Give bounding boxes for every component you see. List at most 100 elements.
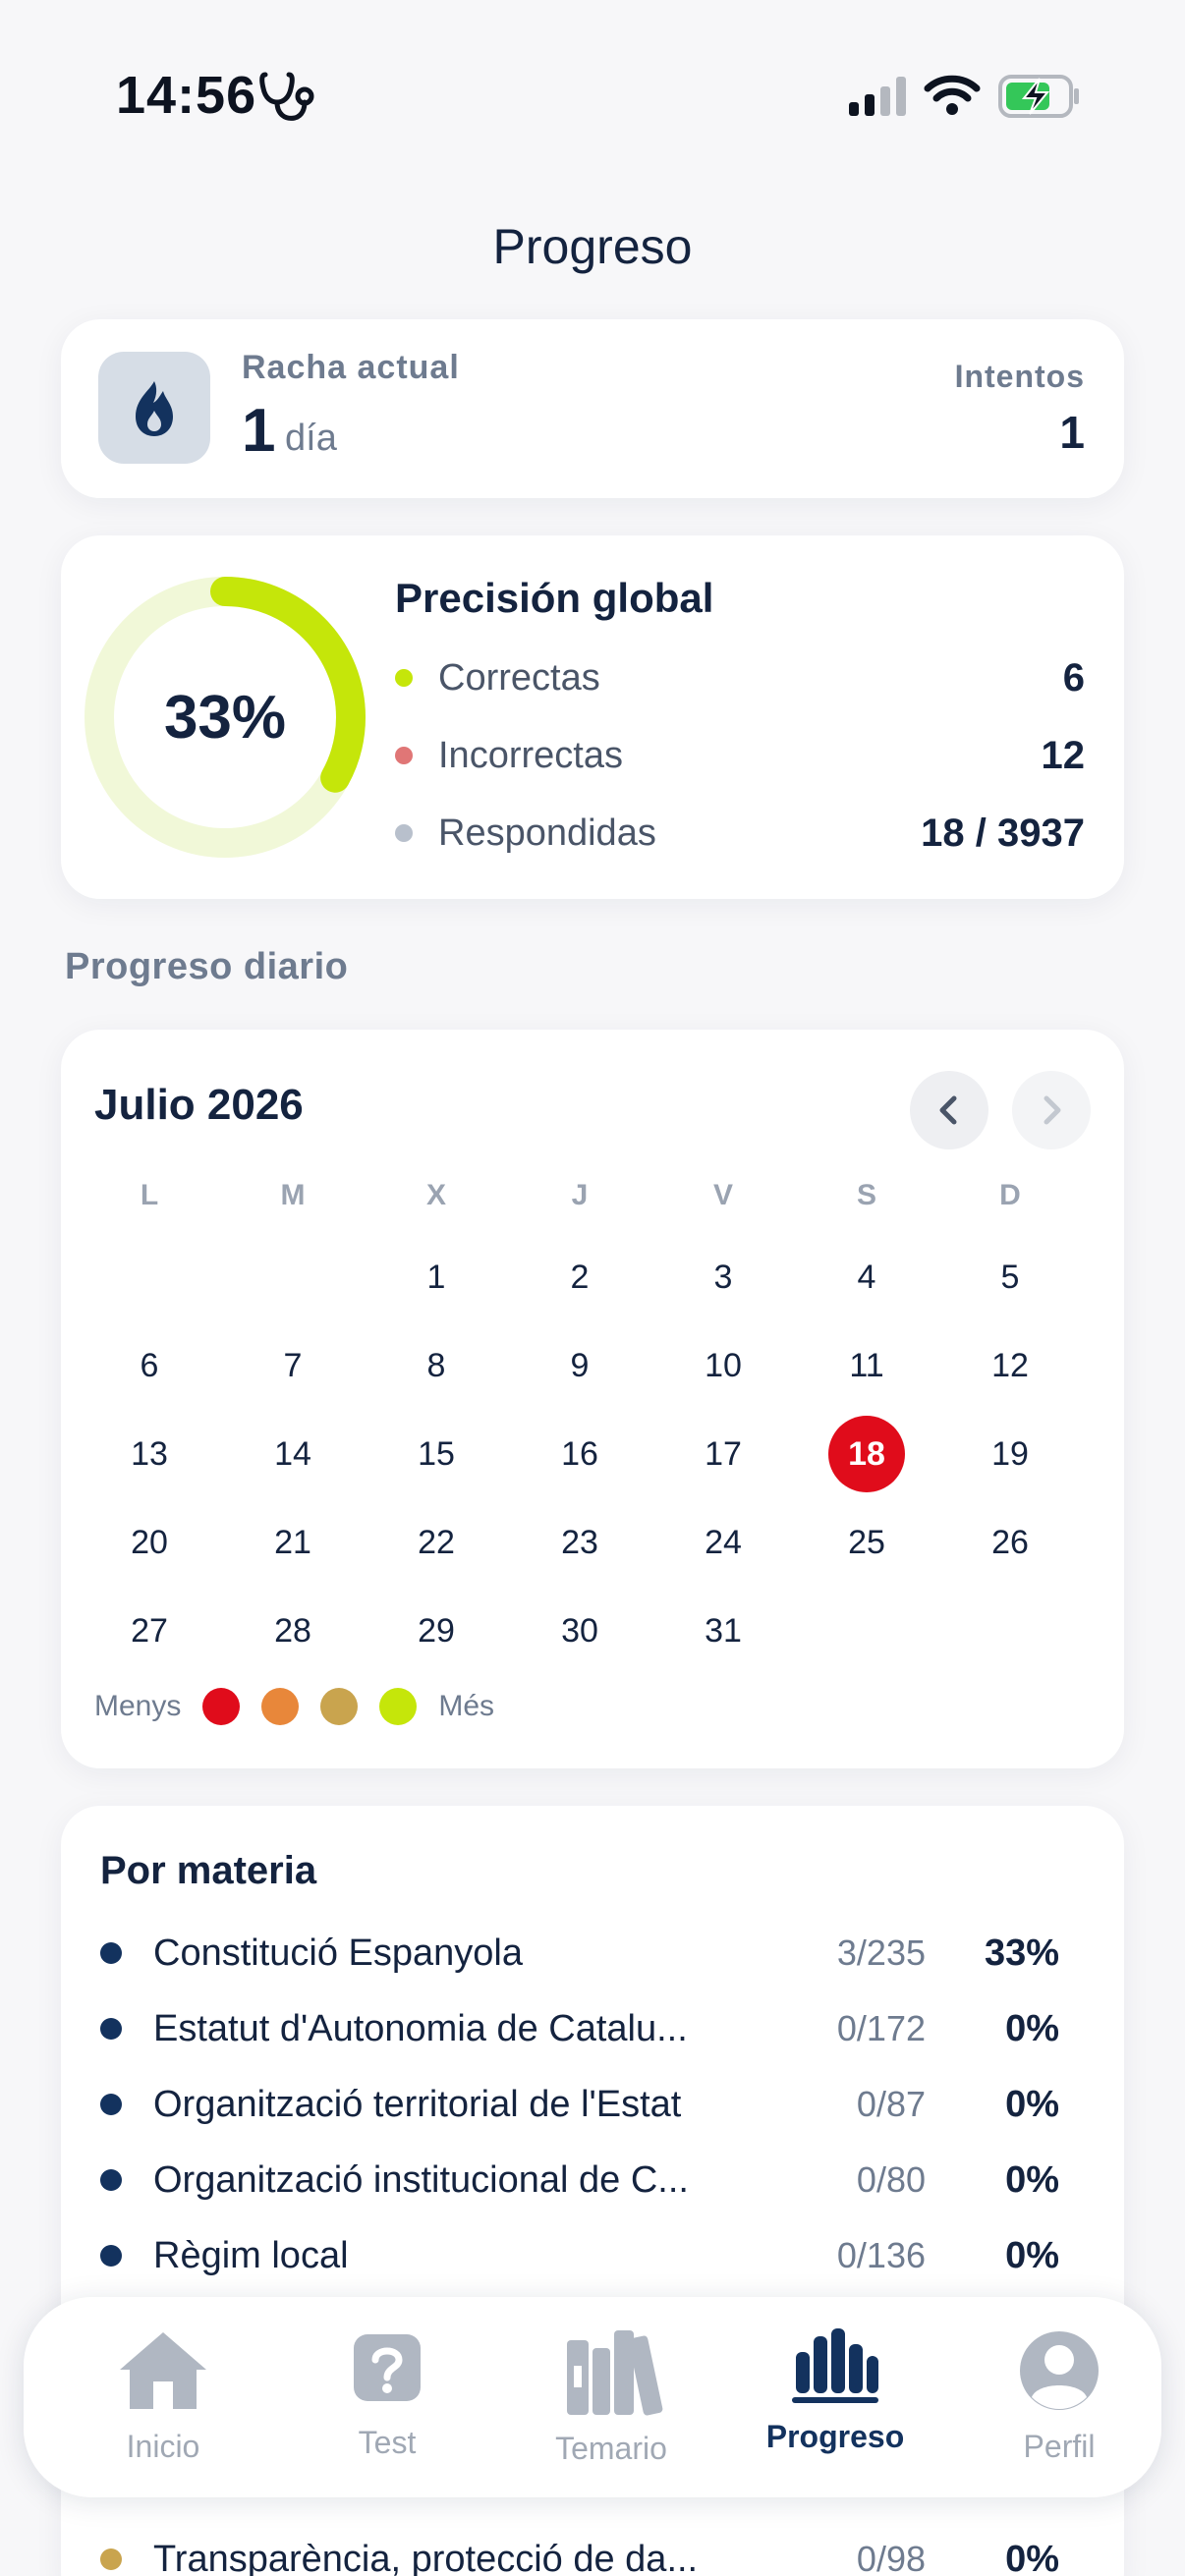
- daily-section-label: Progreso diario: [65, 946, 349, 987]
- tab-test[interactable]: Test: [289, 2326, 485, 2484]
- attempts-label: Intentos: [954, 359, 1085, 394]
- calendar-day[interactable]: 12: [938, 1336, 1082, 1395]
- calendar-day[interactable]: 8: [365, 1336, 508, 1395]
- subject-dot: [100, 2548, 122, 2570]
- incorrect-value: 12: [1041, 733, 1086, 777]
- tab-perfil[interactable]: Perfil: [961, 2326, 1157, 2484]
- calendar-day[interactable]: 1: [365, 1248, 508, 1307]
- calendar-day[interactable]: 9: [508, 1336, 651, 1395]
- calendar-day[interactable]: 16: [508, 1425, 651, 1484]
- subjects-title: Por materia: [100, 1849, 317, 1892]
- legend-more: Més: [438, 1690, 495, 1722]
- subject-dot: [100, 2094, 122, 2115]
- subject-dot: [100, 1942, 122, 1964]
- subject-name: Organització territorial de l'Estat: [153, 2083, 682, 2125]
- calendar-day[interactable]: 5: [938, 1248, 1082, 1307]
- prev-month-button[interactable]: [910, 1071, 988, 1149]
- weekday-5: S: [856, 1179, 876, 1211]
- calendar-day[interactable]: 10: [651, 1336, 795, 1395]
- subject-count: 0/136: [836, 2235, 926, 2275]
- subject-count: 0/87: [856, 2084, 926, 2124]
- calendar-day[interactable]: 22: [365, 1513, 508, 1572]
- calendar-day-today[interactable]: 18: [795, 1425, 938, 1484]
- calendar-day[interactable]: 20: [78, 1513, 221, 1572]
- precision-title: Precisión global: [395, 575, 714, 621]
- correct-dot: [395, 669, 413, 687]
- next-month-button[interactable]: [1012, 1071, 1091, 1149]
- chevron-left-icon: [939, 1095, 957, 1125]
- subject-name: Estatut d'Autonomia de Catalu...: [153, 2007, 688, 2049]
- calendar-day[interactable]: 15: [365, 1425, 508, 1484]
- subject-count: 0/80: [856, 2159, 926, 2200]
- weekday-6: D: [999, 1179, 1021, 1211]
- tab-label-test: Test: [358, 2425, 417, 2460]
- incorrect-dot: [395, 747, 413, 764]
- correct-row: Correctas 6: [395, 653, 1085, 702]
- question-icon: [354, 2334, 421, 2401]
- calendar-day[interactable]: 26: [938, 1513, 1082, 1572]
- subject-dot: [100, 2245, 122, 2267]
- tab-temario[interactable]: Temario: [513, 2326, 709, 2484]
- calendar-day[interactable]: 6: [78, 1336, 221, 1395]
- calendar-day[interactable]: 4: [795, 1248, 938, 1307]
- subject-dot: [100, 2018, 122, 2040]
- subject-row[interactable]: Transparència, protecció de da... 0/98 0%: [100, 2530, 1144, 2576]
- subject-row[interactable]: Constitució Espanyola 3/235 33%: [100, 1924, 1144, 1983]
- correct-label: Correctas: [438, 656, 600, 699]
- home-icon: [120, 2332, 206, 2409]
- streak-card: Racha actual 1 día Intentos 1: [61, 319, 1124, 498]
- subject-row[interactable]: Estatut d'Autonomia de Catalu... 0/172 0%: [100, 1999, 1144, 2058]
- flame-icon: [98, 352, 210, 464]
- subject-name: Transparència, protecció de da...: [153, 2538, 699, 2576]
- calendar-day[interactable]: 27: [78, 1601, 221, 1660]
- books-icon: [567, 2330, 663, 2416]
- calendar-day[interactable]: 17: [651, 1425, 795, 1484]
- incorrect-label: Incorrectas: [438, 734, 623, 776]
- subject-percent: 33%: [984, 1932, 1059, 1974]
- calendar-day[interactable]: 7: [221, 1336, 365, 1395]
- precision-percent: 33%: [163, 683, 287, 752]
- calendar-day[interactable]: 28: [221, 1601, 365, 1660]
- calendar-day[interactable]: 3: [651, 1248, 795, 1307]
- tab-label-temario: Temario: [555, 2431, 667, 2466]
- calendar-day[interactable]: 14: [221, 1425, 365, 1484]
- weekday-4: V: [712, 1179, 733, 1211]
- weekday-1: M: [280, 1179, 306, 1211]
- subject-percent: 0%: [1005, 2234, 1059, 2276]
- legend-dot-4: [379, 1688, 418, 1725]
- subject-count: 0/98: [856, 2539, 926, 2576]
- subject-name: Constitució Espanyola: [153, 1932, 523, 1974]
- subject-row[interactable]: Règim local 0/136 0%: [100, 2226, 1144, 2285]
- signal-icon: [849, 77, 906, 116]
- subject-percent: 0%: [1005, 2158, 1059, 2201]
- calendar-day[interactable]: 24: [651, 1513, 795, 1572]
- calendar-day[interactable]: 25: [795, 1513, 938, 1572]
- legend-dot-1: [202, 1688, 241, 1725]
- calendar-day[interactable]: 13: [78, 1425, 221, 1484]
- calendar-day[interactable]: 29: [365, 1601, 508, 1660]
- tab-label-perfil: Perfil: [1023, 2429, 1096, 2464]
- tab-progreso[interactable]: Progreso: [737, 2326, 933, 2484]
- calendar-day[interactable]: 23: [508, 1513, 651, 1572]
- status-time: 14:56: [116, 66, 257, 125]
- calendar-day[interactable]: 31: [651, 1601, 795, 1660]
- answered-row: Respondidas 18 / 3937: [395, 809, 1085, 858]
- subject-row[interactable]: Organització institucional de C... 0/80 0%: [100, 2151, 1144, 2210]
- calendar-card: Julio 2026 LMXJVSD 1 2 3 4 5 6 7 8 9 10 11 12 13 14 15…: [61, 1030, 1124, 1768]
- subject-row[interactable]: Organització territorial de l'Estat 0/87 0…: [100, 2075, 1144, 2134]
- subject-percent: 0%: [1005, 2007, 1059, 2049]
- tab-inicio[interactable]: Inicio: [65, 2326, 261, 2484]
- answered-dot: [395, 824, 413, 842]
- subject-name: Organització institucional de C...: [153, 2158, 689, 2201]
- wifi-icon: [924, 75, 981, 115]
- calendar-day[interactable]: 2: [508, 1248, 651, 1307]
- calendar-day[interactable]: 19: [938, 1425, 1082, 1484]
- tab-bar: Inicio Test Temario Progreso Perfil: [24, 2297, 1161, 2497]
- battery-icon: [998, 75, 1079, 118]
- weekday-3: J: [571, 1179, 589, 1211]
- calendar-day[interactable]: 21: [221, 1513, 365, 1572]
- calendar-day[interactable]: 11: [795, 1336, 938, 1395]
- subject-name: Règim local: [153, 2234, 349, 2276]
- calendar-day[interactable]: 30: [508, 1601, 651, 1660]
- weekday-0: L: [140, 1179, 159, 1211]
